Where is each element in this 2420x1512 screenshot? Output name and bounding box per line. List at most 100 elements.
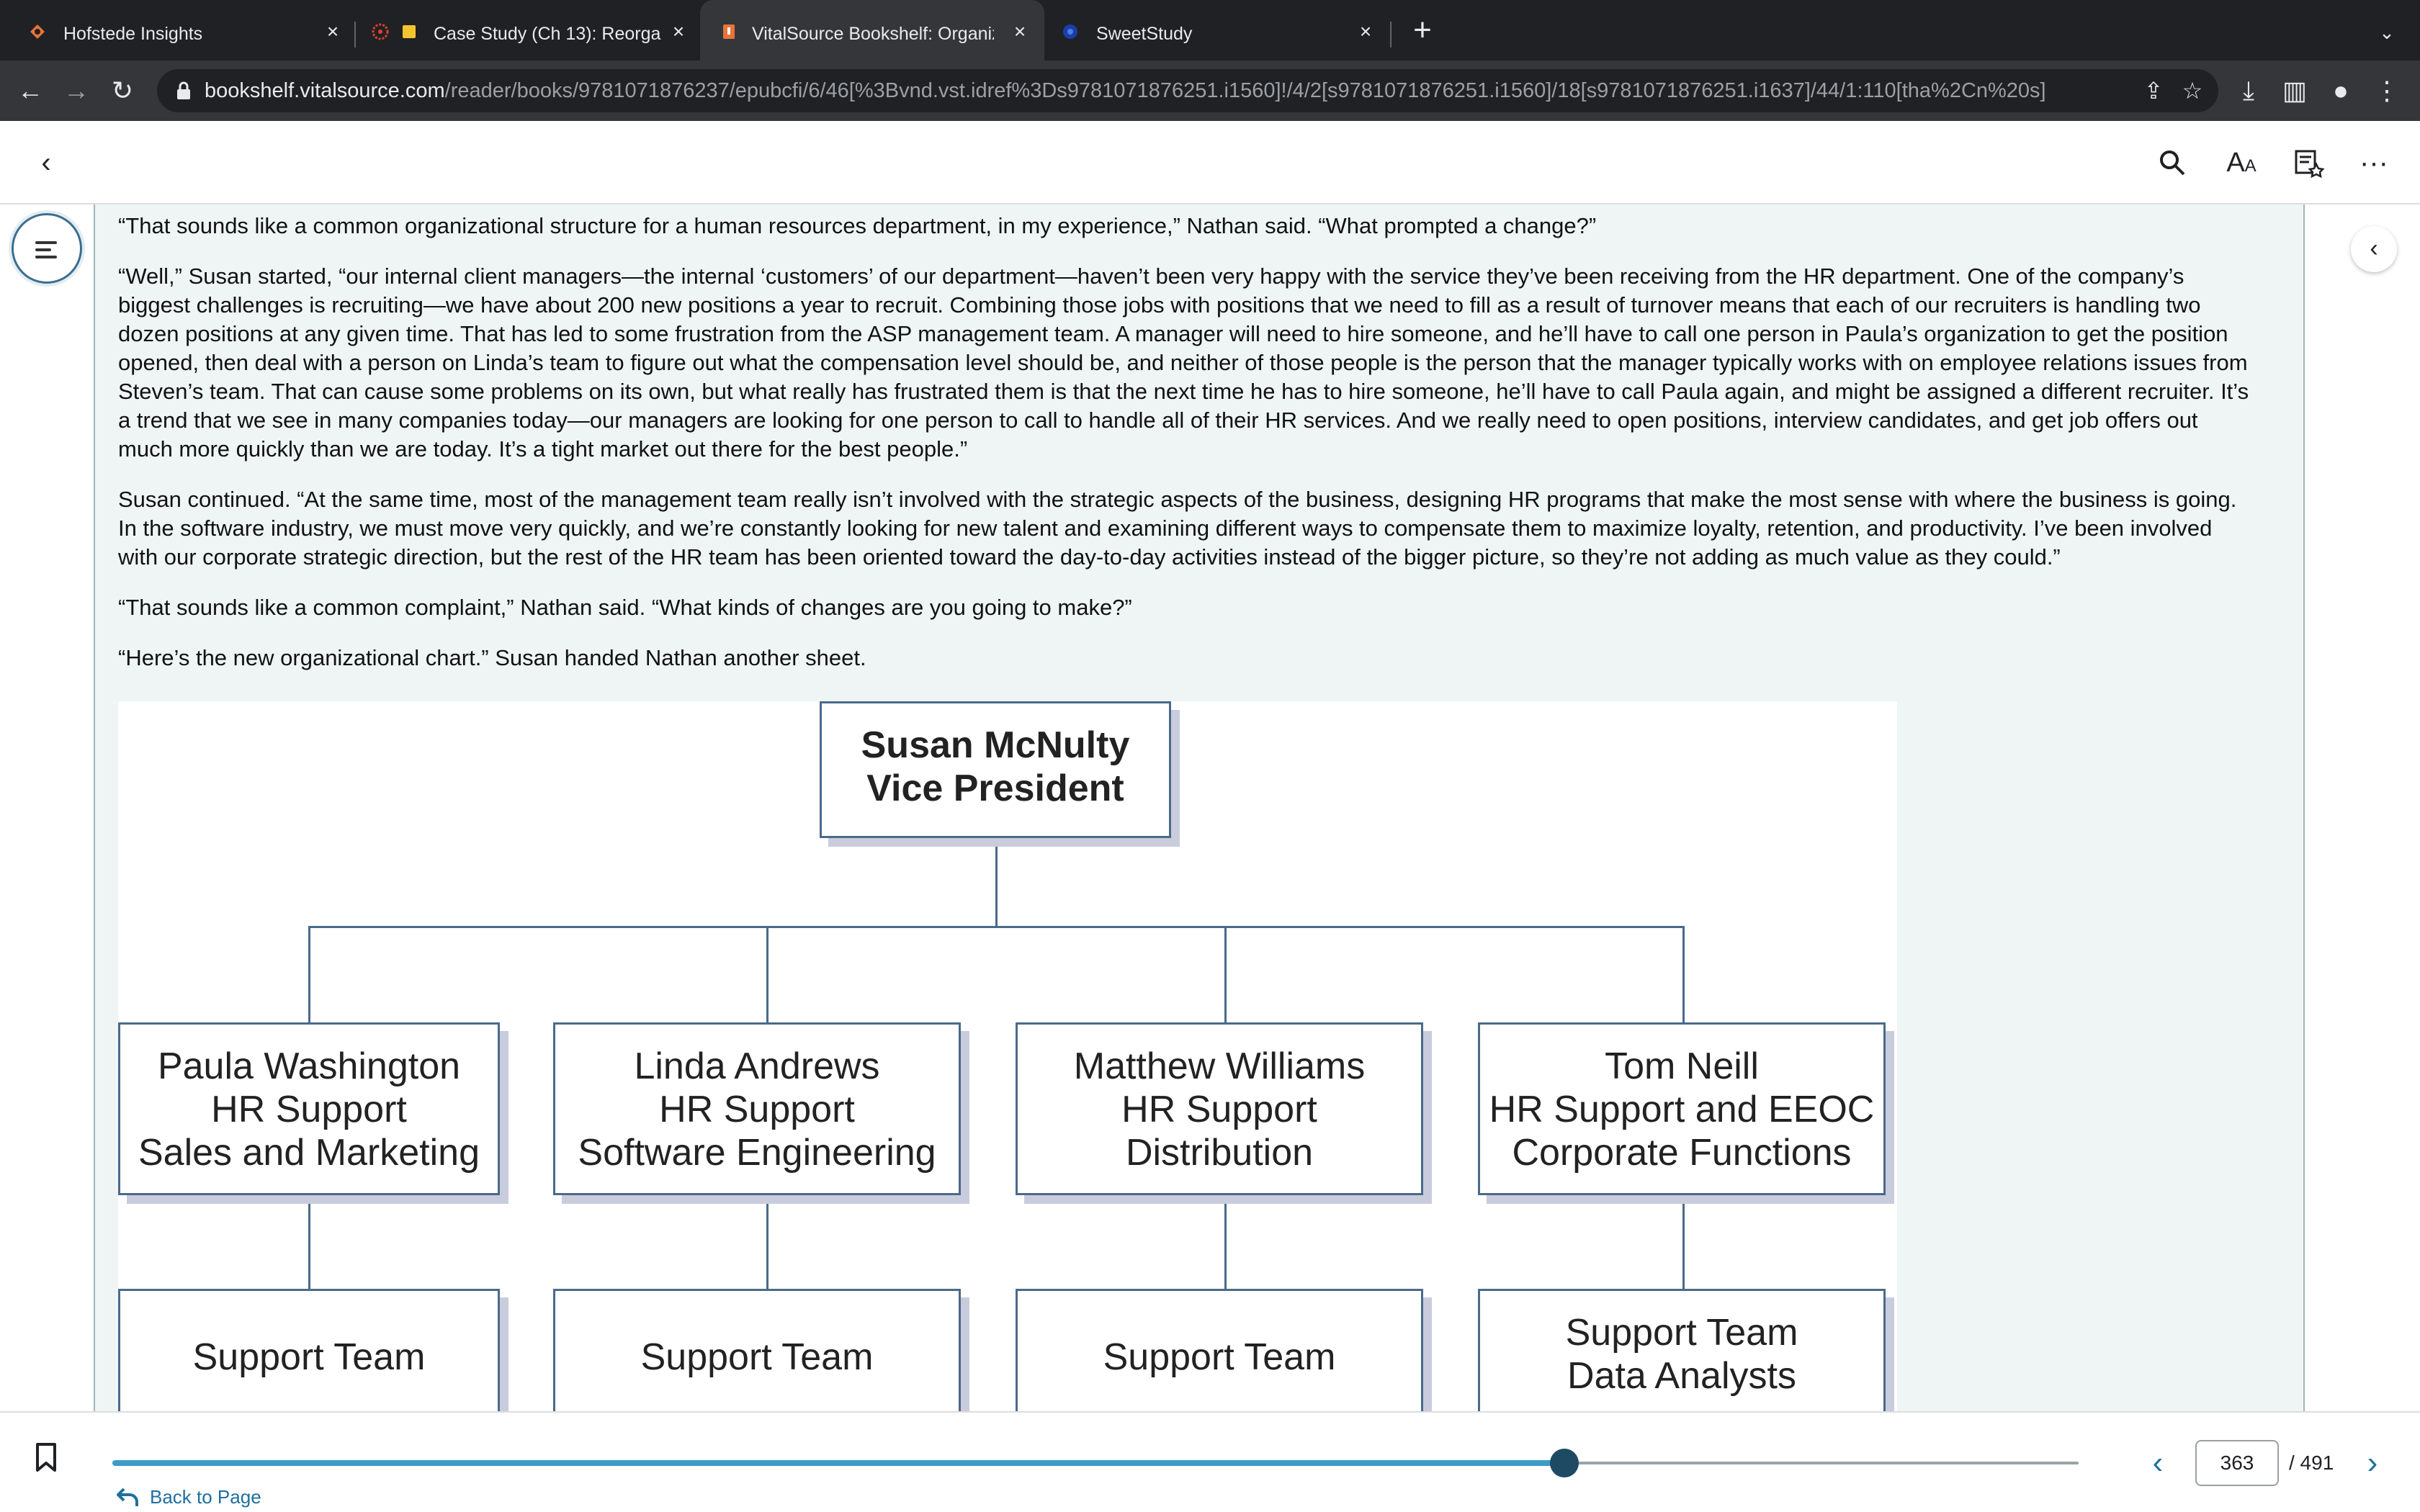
back-to-page-link[interactable]: Back to Page <box>115 1485 261 1509</box>
undo-arrow-icon <box>117 1488 138 1506</box>
tab-search-chevron-icon[interactable]: ⌄ <box>2375 22 2398 45</box>
browser-menu-kebab-icon[interactable]: ⋮ <box>2370 73 2404 108</box>
org-box-tom-neill: Tom Neill HR Support and EEOC Corporate … <box>1478 1022 1886 1195</box>
org-box-name: Paula Washington <box>157 1045 461 1087</box>
page-progress-slider[interactable] <box>112 1449 2079 1477</box>
org-box-name: Linda Andrews <box>634 1045 880 1087</box>
profile-avatar-icon[interactable]: ● <box>2323 73 2358 108</box>
paragraph: “Here’s the new organizational chart.” S… <box>118 645 866 670</box>
reader-content-area: “That sounds like a common organizationa… <box>0 204 2420 1411</box>
address-bar[interactable]: bookshelf.vitalsource.com/reader/books/9… <box>157 69 2218 112</box>
sweetstudy-favicon-icon <box>1063 24 1077 39</box>
org-box-matthew-williams: Matthew Williams HR Support Distribution <box>1016 1022 1423 1195</box>
org-box-team: Support Team <box>192 1336 426 1378</box>
note-emoji-icon <box>403 25 416 38</box>
paragraph: “That sounds like a common organizationa… <box>118 213 1597 238</box>
org-connector <box>1682 1195 1685 1289</box>
paragraph: “That sounds like a common complaint,” N… <box>118 595 1132 620</box>
org-box-team: Support Team <box>1103 1336 1336 1378</box>
table-of-contents-button[interactable] <box>12 213 82 284</box>
org-box-area: Distribution <box>1125 1132 1314 1174</box>
org-box-linda-andrews: Linda Andrews HR Support Software Engine… <box>553 1022 961 1195</box>
bookmark-icon[interactable] <box>33 1441 59 1473</box>
close-tab-icon[interactable]: × <box>1355 22 1376 42</box>
vitalsource-favicon-icon <box>723 24 735 39</box>
org-connector <box>766 1195 768 1289</box>
tab-title: VitalSource Bookshelf: Organiz <box>752 24 994 44</box>
org-box-name: Susan McNulty <box>861 724 1130 766</box>
notes-highlights-icon[interactable] <box>2290 144 2328 181</box>
reader-back-chevron-icon[interactable]: ‹ <box>27 144 65 181</box>
text-size-icon[interactable]: AA <box>2223 144 2260 181</box>
canvas-favicon-icon <box>372 23 389 40</box>
total-pages: / 491 <box>2289 1452 2334 1474</box>
search-icon[interactable] <box>2154 144 2191 181</box>
tab-title: Case Study (Ch 13): Reorga <box>434 24 661 44</box>
org-connector <box>766 926 768 1022</box>
org-box-team: Support Team <box>1565 1312 1798 1354</box>
organizational-chart: Susan McNulty Vice President Paula Washi… <box>118 701 1897 1411</box>
org-box-support-team: Support Team <box>118 1289 500 1411</box>
org-connector <box>308 926 310 1022</box>
download-icon[interactable]: ⤓ <box>2231 73 2266 108</box>
page-progress-handle[interactable] <box>1550 1449 1579 1477</box>
reader-header: ‹ AA ··· <box>0 121 2420 204</box>
tab-title: Hofstede Insights <box>63 24 203 44</box>
org-box-team-sub: Data Analysts <box>1567 1355 1796 1397</box>
reader-footer: Back to Page ‹ / 491 › <box>0 1411 2420 1512</box>
forward-arrow-icon[interactable]: → <box>59 73 94 108</box>
bookmark-star-icon[interactable]: ☆ <box>2179 78 2205 104</box>
org-box-support-team: Support Team <box>1016 1289 1423 1411</box>
browser-toolbar: ← → ↻ bookshelf.vitalsource.com/reader/b… <box>0 60 2420 121</box>
previous-page-chevron-icon[interactable]: ‹ <box>2143 1446 2172 1480</box>
url-text: bookshelf.vitalsource.com/reader/books/9… <box>205 79 2135 102</box>
org-connector <box>1224 1195 1227 1289</box>
page-number-input[interactable] <box>2195 1440 2279 1486</box>
org-connector <box>995 831 998 926</box>
browser-tab-strip: Hofstede Insights × Case Study (Ch 13): … <box>0 0 2420 60</box>
org-connector <box>308 1195 310 1289</box>
share-icon[interactable]: ⇪ <box>2141 78 2166 104</box>
page-progress-fill <box>112 1460 1565 1466</box>
org-box-area: Sales and Marketing <box>138 1132 480 1174</box>
tab-sweetstudy[interactable]: SweetStudy × <box>1046 0 1392 60</box>
org-box-title: Vice President <box>866 768 1124 809</box>
close-tab-icon[interactable]: × <box>323 22 343 42</box>
new-tab-button[interactable]: + <box>1408 14 1437 46</box>
org-box-name: Matthew Williams <box>1073 1045 1366 1087</box>
side-panel-icon[interactable]: ▥ <box>2277 73 2312 108</box>
lock-icon <box>177 81 190 99</box>
tab-case-study[interactable]: Case Study (Ch 13): Reorga × <box>356 0 700 60</box>
tab-vitalsource[interactable]: VitalSource Bookshelf: Organiz × <box>700 0 1044 60</box>
reload-icon[interactable]: ↻ <box>105 73 140 108</box>
org-box-support-team: Support Team <box>553 1289 961 1411</box>
org-box-role: HR Support <box>659 1089 855 1130</box>
close-tab-icon[interactable]: × <box>668 22 689 42</box>
more-options-icon[interactable]: ··· <box>2355 144 2393 181</box>
org-box-area: Software Engineering <box>578 1132 936 1174</box>
next-page-chevron-icon[interactable]: › <box>2358 1446 2387 1480</box>
side-panel-toggle-chevron-icon[interactable]: ‹ <box>2351 226 2397 272</box>
book-page: “That sounds like a common organizationa… <box>94 204 2305 1411</box>
url-path: /reader/books/9781071876237/epubcfi/6/46… <box>444 79 2046 102</box>
back-arrow-icon[interactable]: ← <box>13 73 48 108</box>
paragraph: “Well,” Susan started, “our internal cli… <box>118 264 2249 462</box>
tab-separator <box>1390 22 1392 48</box>
org-box-name: Tom Neill <box>1605 1045 1759 1087</box>
org-box-team: Support Team <box>640 1336 874 1378</box>
org-box-role: HR Support and EEOC <box>1489 1089 1875 1130</box>
org-connector <box>308 926 1684 928</box>
org-box-vice-president: Susan McNulty Vice President <box>820 701 1171 838</box>
org-box-area: Corporate Functions <box>1512 1132 1852 1174</box>
org-box-role: HR Support <box>1121 1089 1317 1130</box>
org-box-support-team-data-analysts: Support Team Data Analysts <box>1478 1289 1886 1411</box>
close-tab-icon[interactable]: × <box>1010 22 1030 42</box>
back-to-page-label: Back to Page <box>150 1485 261 1508</box>
org-box-role: HR Support <box>211 1089 407 1130</box>
tab-title: SweetStudy <box>1096 24 1193 44</box>
paragraph: Susan continued. “At the same time, most… <box>118 487 2237 570</box>
org-connector <box>1224 926 1227 1022</box>
url-host: bookshelf.vitalsource.com <box>205 79 445 102</box>
tab-hofstede-insights[interactable]: Hofstede Insights × <box>0 0 353 60</box>
org-connector <box>1682 926 1685 1022</box>
